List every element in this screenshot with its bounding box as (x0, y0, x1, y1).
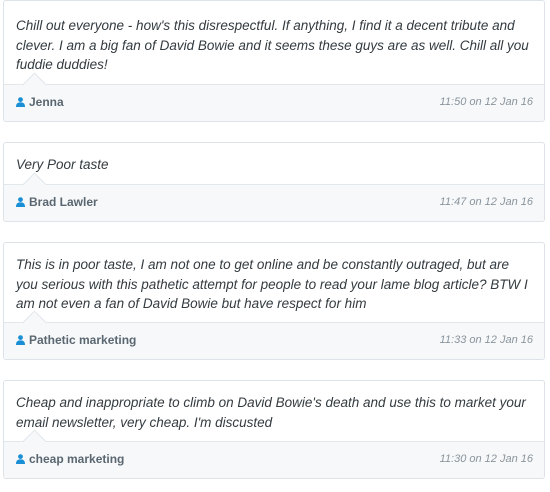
comment-footer: Brad Lawler 11:47 on 12 Jan 16 (4, 172, 544, 221)
comment-footer: cheap marketing 11:30 on 12 Jan 16 (4, 429, 544, 478)
user-icon (16, 454, 25, 464)
comment-author-name: Brad Lawler (29, 195, 98, 209)
comment-footer: Jenna 11:50 on 12 Jan 16 (4, 72, 544, 121)
speech-notch (22, 172, 47, 197)
comment-card: Very Poor taste Brad Lawler 11:47 on 12 … (3, 142, 545, 222)
comment-timestamp: 11:47 on 12 Jan 16 (439, 196, 533, 208)
user-icon (16, 335, 25, 345)
comment-author[interactable]: Jenna (16, 95, 64, 109)
comment-author[interactable]: Brad Lawler (16, 195, 98, 209)
comment-footer: Pathetic marketing 11:33 on 12 Jan 16 (4, 310, 544, 359)
speech-notch (22, 429, 47, 454)
comment-author-name: cheap marketing (29, 452, 125, 466)
speech-notch (22, 72, 47, 97)
user-icon (16, 97, 25, 107)
comment-author-name: Jenna (29, 95, 64, 109)
comment-text: Very Poor taste (16, 157, 109, 172)
comment-timestamp: 11:50 on 12 Jan 16 (439, 96, 533, 108)
comment-text: Cheap and inappropriate to climb on Davi… (16, 395, 526, 430)
comment-card: Cheap and inappropriate to climb on Davi… (3, 380, 545, 479)
comment-timestamp: 11:33 on 12 Jan 16 (439, 334, 533, 346)
user-icon (16, 197, 25, 207)
comment-timestamp: 11:30 on 12 Jan 16 (439, 453, 533, 465)
comment-author[interactable]: cheap marketing (16, 452, 124, 466)
comment-text: This is in poor taste, I am not one to g… (16, 257, 528, 311)
speech-notch (22, 310, 47, 335)
comment-card: Chill out everyone - how's this disrespe… (3, 0, 545, 122)
comment-author-name: Pathetic marketing (29, 333, 137, 347)
comment-card: This is in poor taste, I am not one to g… (3, 242, 545, 360)
comment-list: Chill out everyone - how's this disrespe… (0, 0, 550, 492)
comment-text: Chill out everyone - how's this disrespe… (16, 18, 529, 72)
comment-author[interactable]: Pathetic marketing (16, 333, 136, 347)
